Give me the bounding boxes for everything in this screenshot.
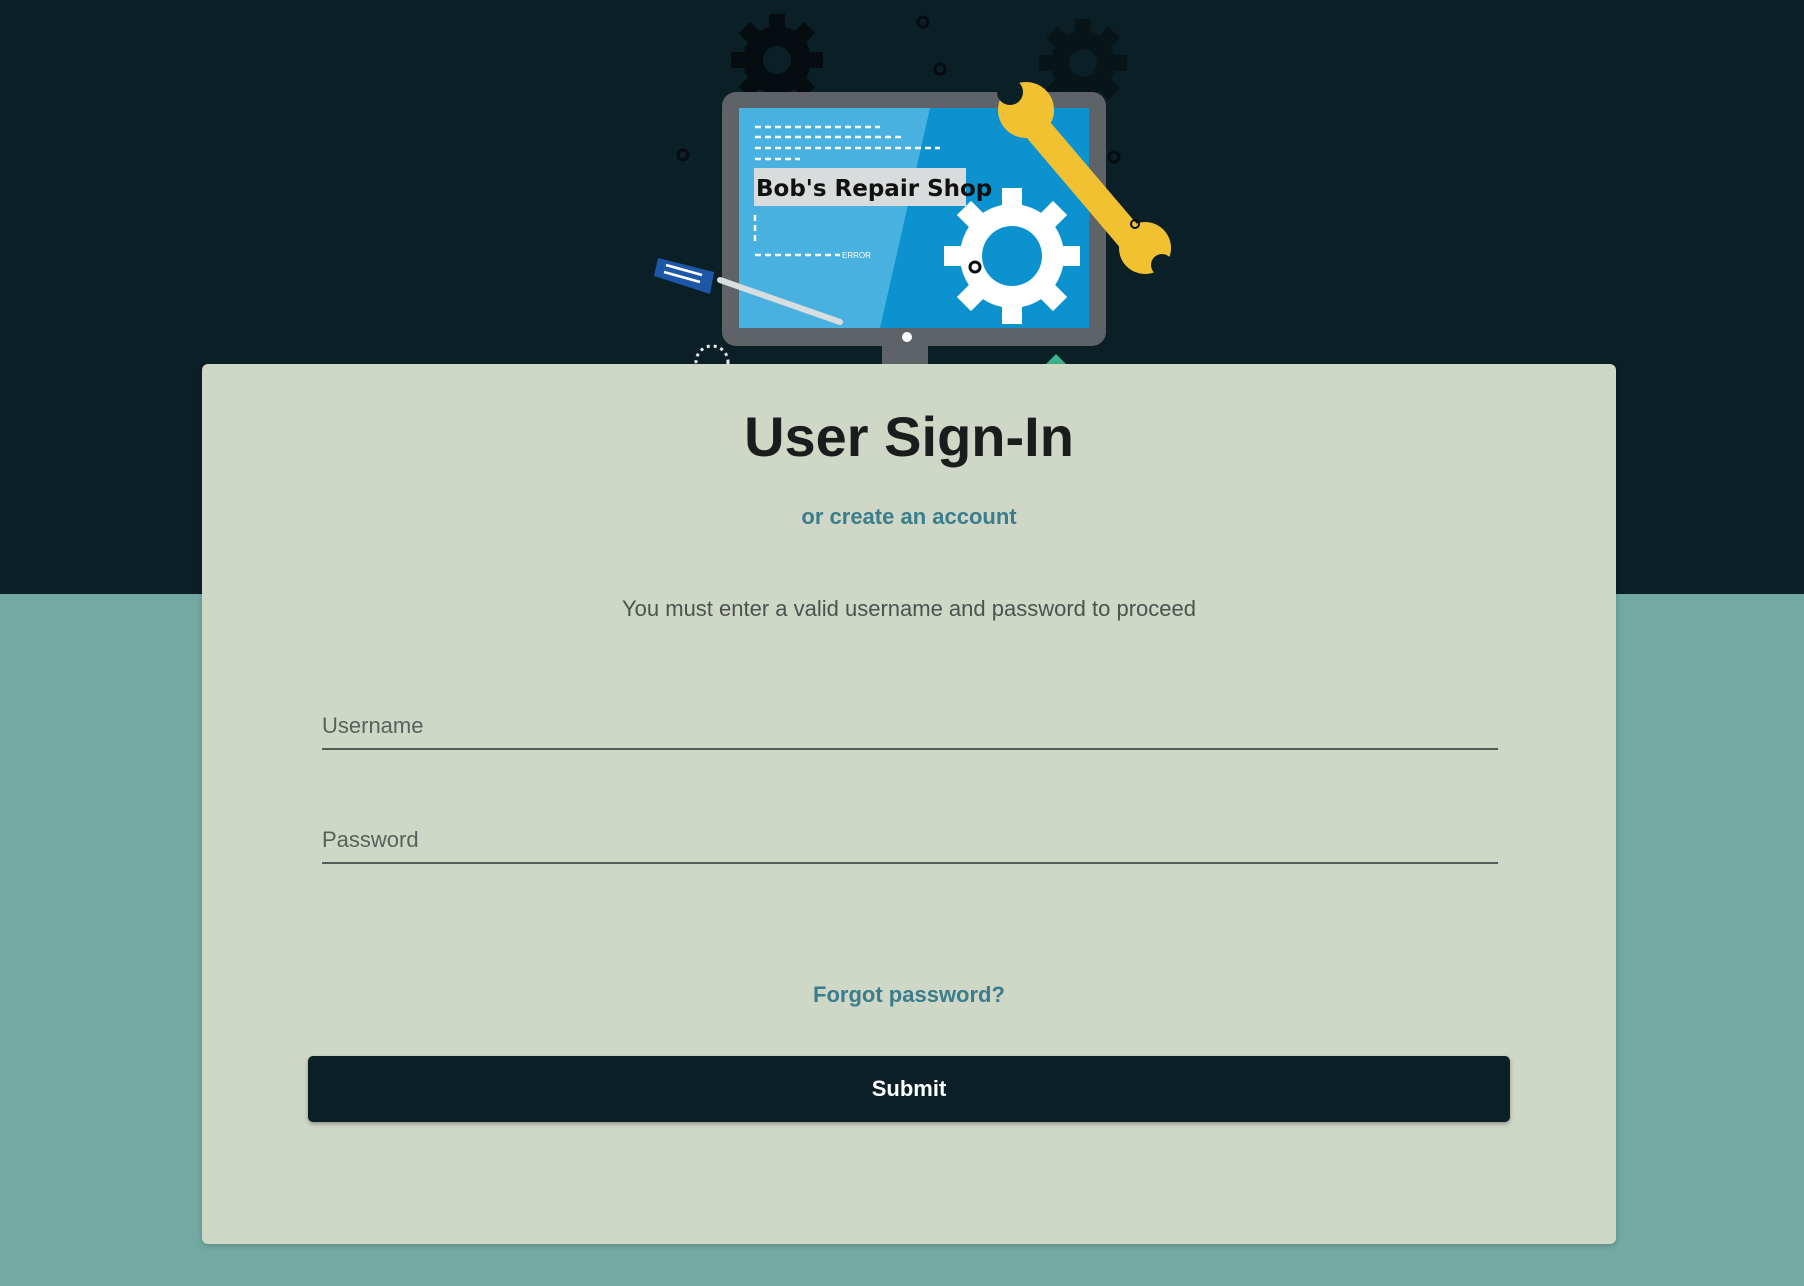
signin-card: User Sign-In or create an account You mu…: [202, 364, 1616, 1244]
page-title: User Sign-In: [744, 405, 1074, 468]
error-label: ERROR: [842, 251, 871, 260]
username-input[interactable]: [322, 704, 1498, 748]
create-account-link[interactable]: or create an account: [202, 504, 1616, 530]
password-field-wrapper: [322, 818, 1498, 864]
forgot-password-link[interactable]: Forgot password?: [202, 982, 1616, 1008]
shop-name-label: Bob's Repair Shop: [756, 176, 992, 202]
gear-icon: [944, 188, 1080, 324]
repair-shop-illustration: ERROR Bob's Repair Shop: [654, 14, 1173, 364]
submit-button[interactable]: Submit: [308, 1056, 1510, 1122]
password-input[interactable]: [322, 818, 1498, 862]
username-field-wrapper: [322, 704, 1498, 750]
signin-notice: You must enter a valid username and pass…: [622, 596, 1196, 621]
